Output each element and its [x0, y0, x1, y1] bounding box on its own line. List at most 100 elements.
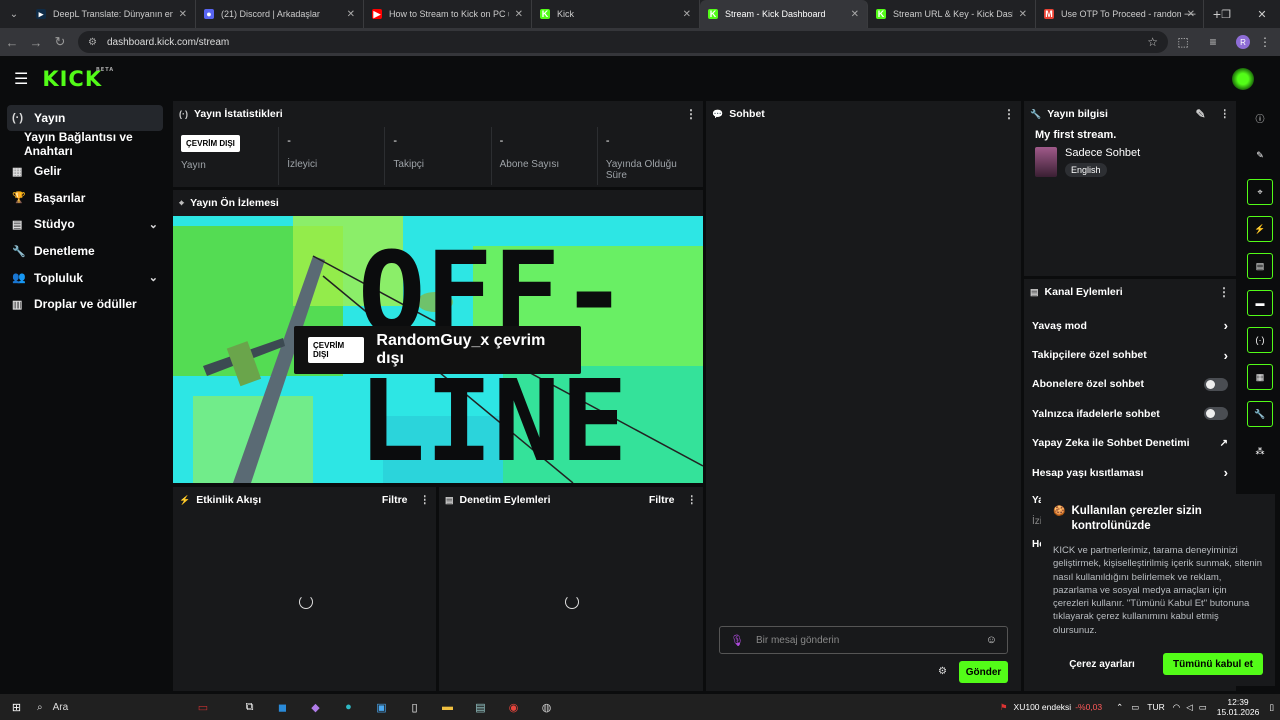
browser-tab[interactable]: K Stream URL & Key - Kick Dashb ✕ — [868, 0, 1036, 28]
close-tab-icon[interactable]: ✕ — [683, 9, 691, 20]
notification-icon[interactable]: ▯ — [1269, 702, 1274, 713]
action-abone-sohbet[interactable]: Abonelere özel sohbet — [1024, 370, 1236, 399]
chevron-right-icon[interactable]: › — [1224, 465, 1228, 480]
action-yavas-mod[interactable]: Yavaş mod › — [1024, 311, 1236, 340]
sidebar-item-yayin[interactable]: (·) Yayın — [7, 105, 163, 131]
more-options-icon[interactable]: ⋮ — [420, 494, 431, 506]
lightning-icon[interactable]: ⚡ — [1247, 216, 1273, 242]
bookmark-star-icon[interactable]: ☆ — [1147, 35, 1158, 49]
close-tab-icon[interactable]: ✕ — [851, 9, 859, 20]
more-options-icon[interactable]: ⋮ — [685, 107, 697, 121]
action-ifade-sohbet[interactable]: Yalnızca ifadelerle sohbet — [1024, 399, 1236, 428]
obs-icon[interactable]: ◍ — [530, 694, 563, 720]
more-options-icon[interactable]: ⋮ — [1218, 285, 1230, 299]
close-tab-icon[interactable]: ✕ — [347, 9, 355, 20]
profile-avatar[interactable]: R — [1236, 35, 1250, 49]
sidebar-item-basarilar[interactable]: 🏆 Başarılar — [0, 184, 170, 211]
sidebar-item-yayin-baglantisi[interactable]: Yayın Bağlantısı ve Anahtarı — [0, 130, 170, 158]
tray-chevron-icon[interactable]: ⌃ — [1116, 702, 1123, 713]
chevron-down-icon[interactable]: ⌄ — [149, 218, 158, 231]
document-icon[interactable]: ▤ — [1247, 253, 1273, 279]
action-hesap-yasi[interactable]: Hesap yaşı kısıtlaması › — [1024, 458, 1236, 487]
emoji-icon[interactable]: ☺ — [986, 634, 997, 646]
back-icon[interactable]: ← — [0, 35, 24, 50]
kick-logo[interactable]: KICK BETA — [42, 67, 113, 91]
epic-games-icon[interactable]: ▯ — [398, 694, 431, 720]
restore-icon[interactable]: ❐ — [1208, 0, 1244, 28]
chrome-icon[interactable]: ◉ — [497, 694, 530, 720]
chevron-right-icon[interactable]: › — [1224, 348, 1228, 363]
sidebar-item-studyo[interactable]: ▤ Stüdyo ⌄ — [0, 211, 170, 238]
toggle-switch[interactable] — [1204, 377, 1228, 391]
wifi-icon[interactable]: ◠ — [1173, 702, 1180, 713]
browser-tab[interactable]: K Stream - Kick Dashboard ✕ — [700, 0, 868, 28]
chevron-down-icon[interactable]: ⌄ — [149, 271, 158, 284]
chat-settings-icon[interactable]: ⚙ — [938, 666, 947, 677]
sidebar-item-topluluk[interactable]: 👥 Topluluk ⌄ — [0, 264, 170, 291]
browser-tab[interactable]: K Kick ✕ — [532, 0, 700, 28]
accept-all-cookies-button[interactable]: Tümünü kabul et — [1163, 653, 1263, 676]
task-view-icon[interactable]: ⧉ — [233, 694, 266, 720]
notepad-icon[interactable]: ▤ — [464, 694, 497, 720]
language-indicator[interactable]: TUR — [1147, 702, 1164, 712]
store-icon[interactable]: ▣ — [365, 694, 398, 720]
hamburger-menu-icon[interactable]: ☰ — [14, 69, 28, 89]
browser-menu-icon[interactable]: ⋮ — [1258, 35, 1272, 49]
stream-preview[interactable]: OFF- LINE ÇEVRİM DIŞI RandomGuy_x çevrim… — [173, 216, 703, 483]
cookie-settings-button[interactable]: Çerez ayarları — [1053, 653, 1151, 675]
reload-icon[interactable]: ↻ — [48, 34, 72, 50]
sidebar-item-gelir[interactable]: ▦ Gelir — [0, 158, 170, 185]
close-tab-icon[interactable]: ✕ — [1019, 9, 1027, 20]
microphone-icon[interactable]: 🎙 — [730, 634, 744, 647]
action-yapay-zeka[interactable]: Yapay Zeka ile Sohbet Denetimi ↗ — [1024, 429, 1236, 458]
edit-icon[interactable]: ✎ — [1195, 107, 1205, 121]
more-options-icon[interactable]: ⋮ — [687, 494, 698, 506]
filter-button[interactable]: Filtre — [649, 494, 675, 506]
external-link-icon[interactable]: ↗ — [1220, 438, 1228, 449]
outlook-icon[interactable]: ◼ — [266, 694, 299, 720]
copilot-icon[interactable]: ◆ — [299, 694, 332, 720]
pencil-icon[interactable]: ✎ — [1247, 142, 1273, 168]
tab-search-icon[interactable]: ⌄ — [0, 0, 28, 28]
sidebar-item-droplar[interactable]: ▥ Droplar ve ödüller — [0, 291, 170, 318]
user-avatar[interactable] — [1232, 68, 1254, 90]
media-icon[interactable]: ≡ — [1198, 35, 1228, 49]
battery-icon[interactable]: ▭ — [1199, 702, 1207, 713]
send-button[interactable]: Gönder — [959, 661, 1008, 683]
extensions-icon[interactable]: ⬚ — [1168, 35, 1198, 49]
more-options-icon[interactable]: ⋮ — [1220, 108, 1231, 120]
browser-tab[interactable]: ● (21) Discord | Arkadaşlar ✕ — [196, 0, 364, 28]
volume-icon[interactable]: ◁ — [1186, 702, 1193, 713]
broadcast-icon[interactable]: (·) — [1247, 327, 1273, 353]
chat-message-input[interactable]: 🎙 Bir mesaj gönderin ☺ — [719, 626, 1008, 654]
windows-start-icon[interactable]: ⊞ — [0, 694, 33, 720]
close-tab-icon[interactable]: ✕ — [515, 9, 523, 20]
preview-toggle-icon[interactable]: ⌖ — [1247, 179, 1273, 205]
sidebar-item-denetleme[interactable]: 🔧 Denetleme — [0, 238, 170, 265]
filter-button[interactable]: Filtre — [382, 494, 408, 506]
browser-tab[interactable]: ▶ How to Stream to Kick on PC u ✕ — [364, 0, 532, 28]
more-options-icon[interactable]: ⋮ — [1003, 107, 1015, 121]
chevron-right-icon[interactable]: › — [1224, 318, 1228, 333]
file-explorer-icon[interactable]: ▬ — [431, 694, 464, 720]
forward-icon[interactable]: → — [24, 35, 48, 50]
ticker-name[interactable]: XU100 endeksi — [1014, 702, 1072, 712]
toggle-switch[interactable] — [1204, 407, 1228, 421]
taskbar-search[interactable]: ⌕ Ara — [33, 702, 173, 713]
layout-icon[interactable]: ▦ — [1247, 364, 1273, 390]
tray-app-icon[interactable]: ▭ — [1131, 702, 1139, 713]
clock[interactable]: 12:39 15.01.2026 — [1217, 697, 1260, 717]
info-icon[interactable]: ⓘ — [1247, 105, 1273, 131]
site-info-icon[interactable]: ⚙ — [88, 37, 97, 48]
chat-icon[interactable]: ▬ — [1247, 290, 1273, 316]
minimize-icon[interactable]: — — [1172, 0, 1208, 28]
widgets-icon[interactable]: ⁂ — [1247, 438, 1273, 464]
wrench-icon[interactable]: 🔧 — [1247, 401, 1273, 427]
url-field[interactable]: ⚙ dashboard.kick.com/stream ☆ — [78, 31, 1168, 53]
action-takipci-sohbet[interactable]: Takipçilere özel sohbet › — [1024, 340, 1236, 369]
browser-tab[interactable]: ▸ DeepL Translate: Dünyanın en iyi ✕ — [28, 0, 196, 28]
weather-widget-icon[interactable]: ▭ — [173, 694, 233, 720]
close-window-icon[interactable]: ✕ — [1244, 0, 1280, 28]
close-tab-icon[interactable]: ✕ — [179, 9, 187, 20]
edge-icon[interactable]: ● — [332, 694, 365, 720]
